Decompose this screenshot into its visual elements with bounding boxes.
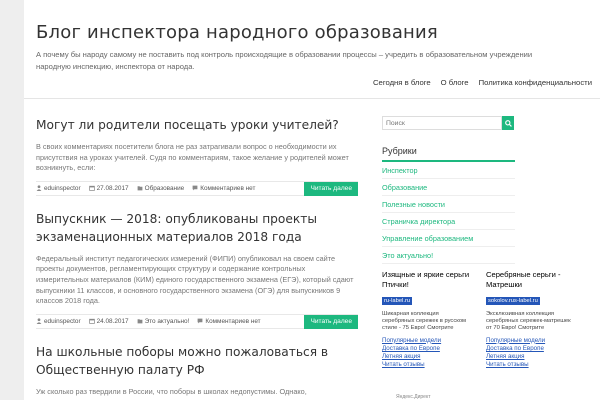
ad-domain[interactable]: sokolov.rus-label.ru [486,297,540,305]
ad-link[interactable]: Читать отзывы [382,361,472,369]
categories-title: Рубрики [382,146,515,162]
ad-link[interactable]: Доставка по Европе [486,345,576,353]
folder-icon [137,319,142,324]
category-item[interactable]: Страничка директора [382,213,515,230]
user-icon [36,318,42,325]
main-nav: Сегодня в блоге О блоге Политика конфиде… [373,78,592,87]
folder-icon [137,186,142,191]
post-comments-text: Комментариев нет [205,317,261,325]
ad-domain[interactable]: ru-label.ru [382,297,413,305]
site-header: Блог инспектора народного образования А … [24,0,600,73]
category-item[interactable]: Образование [382,179,515,196]
ad-title[interactable]: Серебряные серьги - Матрешки [486,270,576,289]
site-title[interactable]: Блог инспектора народного образования [36,22,600,43]
post-excerpt: В своих комментариях посетители блога не… [36,142,349,173]
post-title[interactable]: Выпускник — 2018: опубликованы проекты э… [36,210,358,246]
post-category[interactable]: Образование [137,184,185,192]
site-description: А почему бы народу самому не поставить п… [36,50,533,71]
nav-divider [24,98,600,99]
ad-links: Популярные модели Доставка по Европе Лет… [382,337,472,370]
nav-item-privacy[interactable]: Политика конфиденциальности [479,78,592,87]
search-input[interactable] [382,116,502,130]
ad-title[interactable]: Изящные и яркие серьги Птички! [382,270,472,289]
comment-icon [192,185,198,191]
category-item[interactable]: Управление образованием [382,230,515,247]
ad-item[interactable]: Серебряные серьги - Матрешки sokolov.rus… [486,270,576,369]
comment-icon [197,318,203,324]
post-category[interactable]: Это актуально! [137,317,190,325]
category-item[interactable]: Инспектор [382,162,515,179]
user-icon [36,185,42,192]
post-author[interactable]: eduinspector [36,185,81,192]
post-comments[interactable]: Комментариев нет [197,317,261,325]
post-title[interactable]: Могут ли родители посещать уроки учителе… [36,116,358,134]
ad-text: Эксклюзивная коллекция серебряных сереже… [486,311,571,332]
post-author[interactable]: eduinspector [36,318,81,325]
ad-link[interactable]: Популярные модели [486,337,576,345]
category-item[interactable]: Полезные новости [382,196,515,213]
post-meta: eduinspector 27.08.2017 Образование Комм… [36,180,358,196]
ad-link[interactable]: Доставка по Европе [382,345,472,353]
calendar-icon [88,319,95,325]
post: На школьные поборы можно пожаловаться в … [36,343,358,398]
search-icon [504,119,512,127]
search-form [382,116,542,130]
ad-link[interactable]: Летняя акция [382,353,472,361]
post: Могут ли родители посещать уроки учителе… [36,116,358,196]
read-more-button[interactable]: Читать далее [304,314,358,329]
post-author-name: eduinspector [44,317,81,325]
ad-item[interactable]: Изящные и яркие серьги Птички! ru-label.… [382,270,472,369]
post-author-name: eduinspector [44,184,81,192]
post-excerpt: Уж сколько раз твердили в России, что по… [36,386,307,396]
post: Выпускник — 2018: опубликованы проекты э… [36,210,358,329]
post-title[interactable]: На школьные поборы можно пожаловаться в … [36,343,358,379]
post-category-text: Это актуально! [144,317,190,325]
ad-text: Шикарная коллекция серебряных сережек в … [382,311,467,332]
ad-links: Популярные модели Доставка по Европе Лет… [486,337,576,370]
post-meta: eduinspector 24.08.2017 Это актуально! К… [36,313,358,329]
ad-link[interactable]: Популярные модели [382,337,472,345]
page: Блог инспектора народного образования А … [24,0,600,400]
post-date[interactable]: 27.08.2017 [88,184,129,192]
search-button[interactable] [502,116,514,130]
post-date-text: 27.08.2017 [96,184,129,192]
category-item[interactable]: Это актуально! [382,247,515,264]
post-comments[interactable]: Комментариев нет [192,185,255,192]
post-date-text: 24.08.2017 [96,317,129,325]
ad-link[interactable]: Летняя акция [486,353,576,361]
ad-block: Изящные и яркие серьги Птички! ru-label.… [382,270,600,369]
nav-item-today[interactable]: Сегодня в блоге [373,78,431,87]
main-content: Могут ли родители посещать уроки учителе… [36,116,358,400]
post-category-text: Образование [144,184,185,192]
ad-link[interactable]: Читать отзывы [486,361,576,369]
categories-list: Инспектор Образование Полезные новости С… [382,162,515,264]
post-excerpt: Федеральный институт педагогических изме… [36,253,354,306]
sidebar: Рубрики Инспектор Образование Полезные н… [382,116,542,264]
post-comments-text: Комментариев нет [200,184,256,192]
nav-item-about[interactable]: О блоге [441,78,469,87]
ads-footer[interactable]: Яндекс.Директ [396,394,430,400]
read-more-button[interactable]: Читать далее [304,181,358,196]
post-date[interactable]: 24.08.2017 [88,317,129,325]
calendar-icon [88,186,95,192]
